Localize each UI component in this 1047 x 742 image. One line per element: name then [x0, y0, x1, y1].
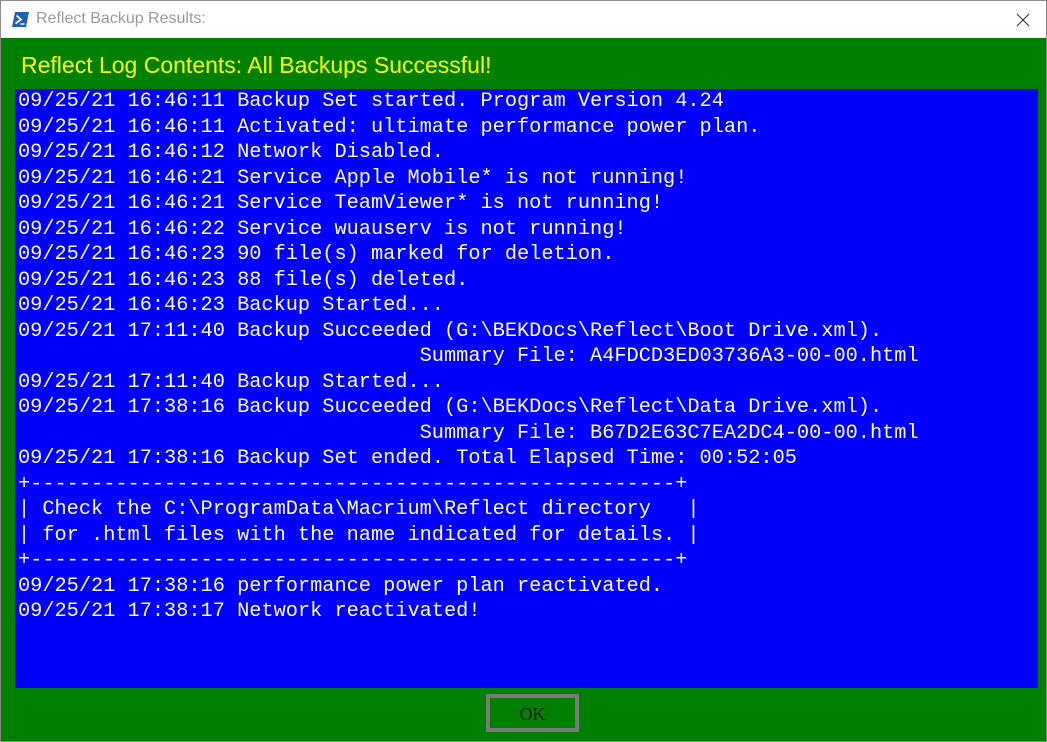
log-line: 09/25/21 16:46:21 Service TeamViewer* is…	[18, 192, 664, 215]
log-line: 09/25/21 16:46:12 Network Disabled.	[18, 141, 444, 164]
log-line: 09/25/21 16:46:23 Backup Started...	[18, 294, 444, 317]
log-line: 09/25/21 17:11:40 Backup Started...	[18, 370, 444, 394]
window-title: Reflect Backup Results:	[36, 10, 206, 27]
log-line: 09/25/21 16:46:11 Activated: ultimate pe…	[18, 115, 761, 139]
log-line: 09/25/21 17:38:16 Backup Succeeded (G:\B…	[18, 396, 883, 419]
log-line: 09/25/21 16:46:22 Service wuauserv is no…	[18, 217, 627, 241]
log-line: | for .html files with the name indicate…	[18, 523, 700, 547]
title-bar[interactable]: Reflect Backup Results:	[1, 1, 1046, 38]
log-line: 09/25/21 16:46:11 Backup Set started. Pr…	[18, 90, 724, 113]
log-line: Summary File: B67D2E63C7EA2DC4-00-00.htm…	[18, 421, 919, 445]
log-line: 09/25/21 16:46:23 88 file(s) deleted.	[18, 268, 469, 292]
log-line: +---------------------------------------…	[18, 549, 688, 572]
ok-button-label: OK	[519, 704, 546, 724]
log-line: 09/25/21 17:11:40 Backup Succeeded (G:\B…	[18, 319, 883, 343]
log-line: | Check the C:\ProgramData\Macrium\Refle…	[18, 498, 700, 521]
log-line: 09/25/21 17:38:17 Network reactivated!	[18, 600, 481, 623]
log-line: 09/25/21 17:38:16 Backup Set ended. Tota…	[18, 447, 797, 470]
log-line: Summary File: A4FDCD3ED03736A3-00-00.htm…	[18, 345, 919, 368]
log-line: +---------------------------------------…	[18, 472, 688, 496]
close-icon	[1016, 13, 1030, 27]
log-line: 09/25/21 16:46:23 90 file(s) marked for …	[18, 243, 615, 266]
log-line: 09/25/21 16:46:21 Service Apple Mobile* …	[18, 166, 688, 190]
log-line: 09/25/21 17:38:16 performance power plan…	[18, 574, 664, 598]
ok-button[interactable]: OK	[486, 694, 579, 732]
dialog-window: Reflect Backup Results: Reflect Log Cont…	[0, 0, 1047, 742]
powershell-icon	[12, 12, 29, 27]
dialog-body: Reflect Log Contents: All Backups Succes…	[1, 38, 1046, 741]
close-button[interactable]	[1008, 5, 1038, 35]
log-output: 09/25/21 16:46:11 Backup Set started. Pr…	[15, 89, 1038, 688]
log-heading: Reflect Log Contents: All Backups Succes…	[21, 52, 492, 78]
